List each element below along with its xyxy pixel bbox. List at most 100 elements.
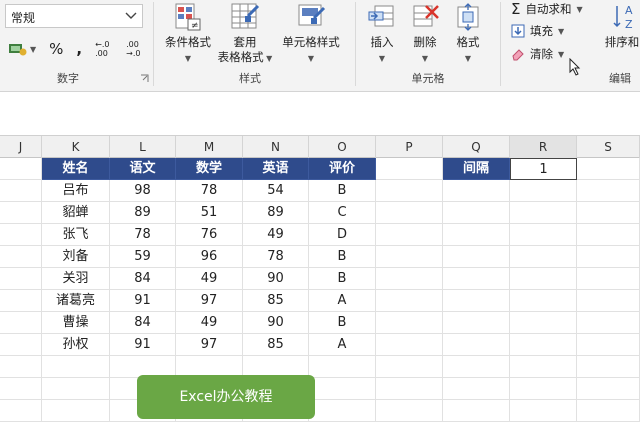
grid-cell[interactable] — [42, 356, 110, 378]
table-data-cell[interactable]: 89 — [243, 202, 309, 224]
table-data-cell[interactable]: B — [309, 246, 376, 268]
grid-cell[interactable] — [510, 334, 577, 356]
table-data-cell[interactable]: 孙权 — [42, 334, 110, 356]
insert-cells-button[interactable]: 插入 ▼ — [362, 2, 402, 66]
grid-cell[interactable] — [443, 180, 510, 202]
table-data-cell[interactable]: 曹操 — [42, 312, 110, 334]
table-data-cell[interactable]: 张飞 — [42, 224, 110, 246]
table-data-cell[interactable]: 91 — [110, 290, 176, 312]
column-header-r[interactable]: R — [510, 136, 577, 158]
grid-cell[interactable] — [376, 202, 443, 224]
grid-cell[interactable] — [309, 356, 376, 378]
grid-cell[interactable] — [510, 268, 577, 290]
column-header-o[interactable]: O — [309, 136, 376, 158]
grid-cell[interactable] — [0, 378, 42, 400]
table-data-cell[interactable]: 54 — [243, 180, 309, 202]
autosum-button[interactable]: Σ 自动求和 ▼ — [511, 0, 583, 18]
grid-cell[interactable] — [577, 378, 640, 400]
grid-cell[interactable] — [376, 180, 443, 202]
table-data-cell[interactable]: 84 — [110, 268, 176, 290]
column-header-k[interactable]: K — [42, 136, 110, 158]
column-header-s[interactable]: S — [577, 136, 640, 158]
table-header-cell[interactable]: 英语 — [243, 158, 309, 180]
table-data-cell[interactable]: 85 — [243, 334, 309, 356]
table-data-cell[interactable]: 85 — [243, 290, 309, 312]
format-cells-button[interactable]: 格式 ▼ — [448, 2, 488, 66]
grid-cell[interactable] — [376, 268, 443, 290]
delete-cells-button[interactable]: 删除 ▼ — [405, 2, 445, 66]
grid-cell[interactable] — [510, 180, 577, 202]
grid-cell[interactable] — [309, 378, 376, 400]
grid-cell[interactable] — [309, 400, 376, 422]
table-data-cell[interactable]: B — [309, 268, 376, 290]
column-header-l[interactable]: L — [110, 136, 176, 158]
table-data-cell[interactable]: D — [309, 224, 376, 246]
table-data-cell[interactable]: 84 — [110, 312, 176, 334]
table-data-cell[interactable]: 吕布 — [42, 180, 110, 202]
grid-cell[interactable] — [0, 268, 42, 290]
table-data-cell[interactable]: 49 — [176, 268, 243, 290]
grid-cell[interactable] — [577, 158, 640, 180]
grid-cell[interactable] — [510, 312, 577, 334]
grid-cell[interactable] — [376, 224, 443, 246]
cell-styles-button[interactable]: 单元格样式 ▼ — [276, 2, 346, 66]
table-data-cell[interactable]: 97 — [176, 334, 243, 356]
column-header-q[interactable]: Q — [443, 136, 510, 158]
grid-cell[interactable] — [510, 246, 577, 268]
grid-cell[interactable] — [510, 224, 577, 246]
accounting-format-button[interactable]: ▼ — [8, 42, 36, 56]
grid-cell[interactable] — [0, 180, 42, 202]
table-data-cell[interactable]: 97 — [176, 290, 243, 312]
column-header-p[interactable]: P — [376, 136, 443, 158]
grid-cell[interactable] — [0, 202, 42, 224]
decrease-decimal-button[interactable]: .00 →.0 — [126, 40, 150, 58]
table-data-cell[interactable]: 51 — [176, 202, 243, 224]
grid-cell[interactable] — [376, 334, 443, 356]
grid-cell[interactable] — [443, 400, 510, 422]
comma-style-button[interactable]: , — [76, 40, 82, 58]
grid-cell[interactable] — [0, 400, 42, 422]
interval-value-cell[interactable]: 1 — [510, 158, 577, 180]
table-data-cell[interactable]: 诸葛亮 — [42, 290, 110, 312]
table-data-cell[interactable]: 78 — [176, 180, 243, 202]
table-data-cell[interactable]: 91 — [110, 334, 176, 356]
table-data-cell[interactable]: 49 — [176, 312, 243, 334]
format-as-table-button[interactable]: 套用 表格格式 ▼ — [217, 2, 273, 66]
grid-cell[interactable] — [376, 378, 443, 400]
table-data-cell[interactable]: 90 — [243, 312, 309, 334]
table-data-cell[interactable]: B — [309, 180, 376, 202]
percent-style-button[interactable]: % — [49, 40, 63, 58]
grid-cell[interactable] — [577, 246, 640, 268]
grid-cell[interactable] — [0, 290, 42, 312]
grid-cell[interactable] — [0, 158, 42, 180]
grid-cell[interactable] — [443, 290, 510, 312]
table-data-cell[interactable]: A — [309, 334, 376, 356]
grid-cell[interactable] — [510, 356, 577, 378]
increase-decimal-button[interactable]: ←.0 .00 — [95, 40, 119, 58]
grid-cell[interactable] — [443, 334, 510, 356]
grid-cell[interactable] — [510, 202, 577, 224]
table-data-cell[interactable]: 96 — [176, 246, 243, 268]
table-data-cell[interactable]: 刘备 — [42, 246, 110, 268]
fill-button[interactable]: 填充 ▼ — [511, 23, 564, 39]
grid-cell[interactable] — [443, 378, 510, 400]
table-data-cell[interactable]: 98 — [110, 180, 176, 202]
table-data-cell[interactable]: 78 — [110, 224, 176, 246]
grid-cell[interactable] — [577, 268, 640, 290]
grid-cell[interactable] — [376, 246, 443, 268]
grid-cell[interactable] — [376, 312, 443, 334]
grid-cell[interactable] — [42, 400, 110, 422]
table-data-cell[interactable]: 49 — [243, 224, 309, 246]
clear-button[interactable]: 清除 ▼ — [511, 46, 564, 62]
number-format-dropdown[interactable]: 常规 — [5, 4, 143, 28]
grid-cell[interactable] — [443, 202, 510, 224]
dialog-launcher-icon[interactable] — [140, 74, 149, 83]
interval-label-cell[interactable]: 间隔 — [443, 158, 510, 180]
grid-cell[interactable] — [577, 290, 640, 312]
grid-cell[interactable] — [376, 158, 443, 180]
grid-cell[interactable] — [510, 290, 577, 312]
table-data-cell[interactable]: 89 — [110, 202, 176, 224]
grid-cell[interactable] — [0, 356, 42, 378]
table-data-cell[interactable]: C — [309, 202, 376, 224]
grid-cell[interactable] — [42, 378, 110, 400]
